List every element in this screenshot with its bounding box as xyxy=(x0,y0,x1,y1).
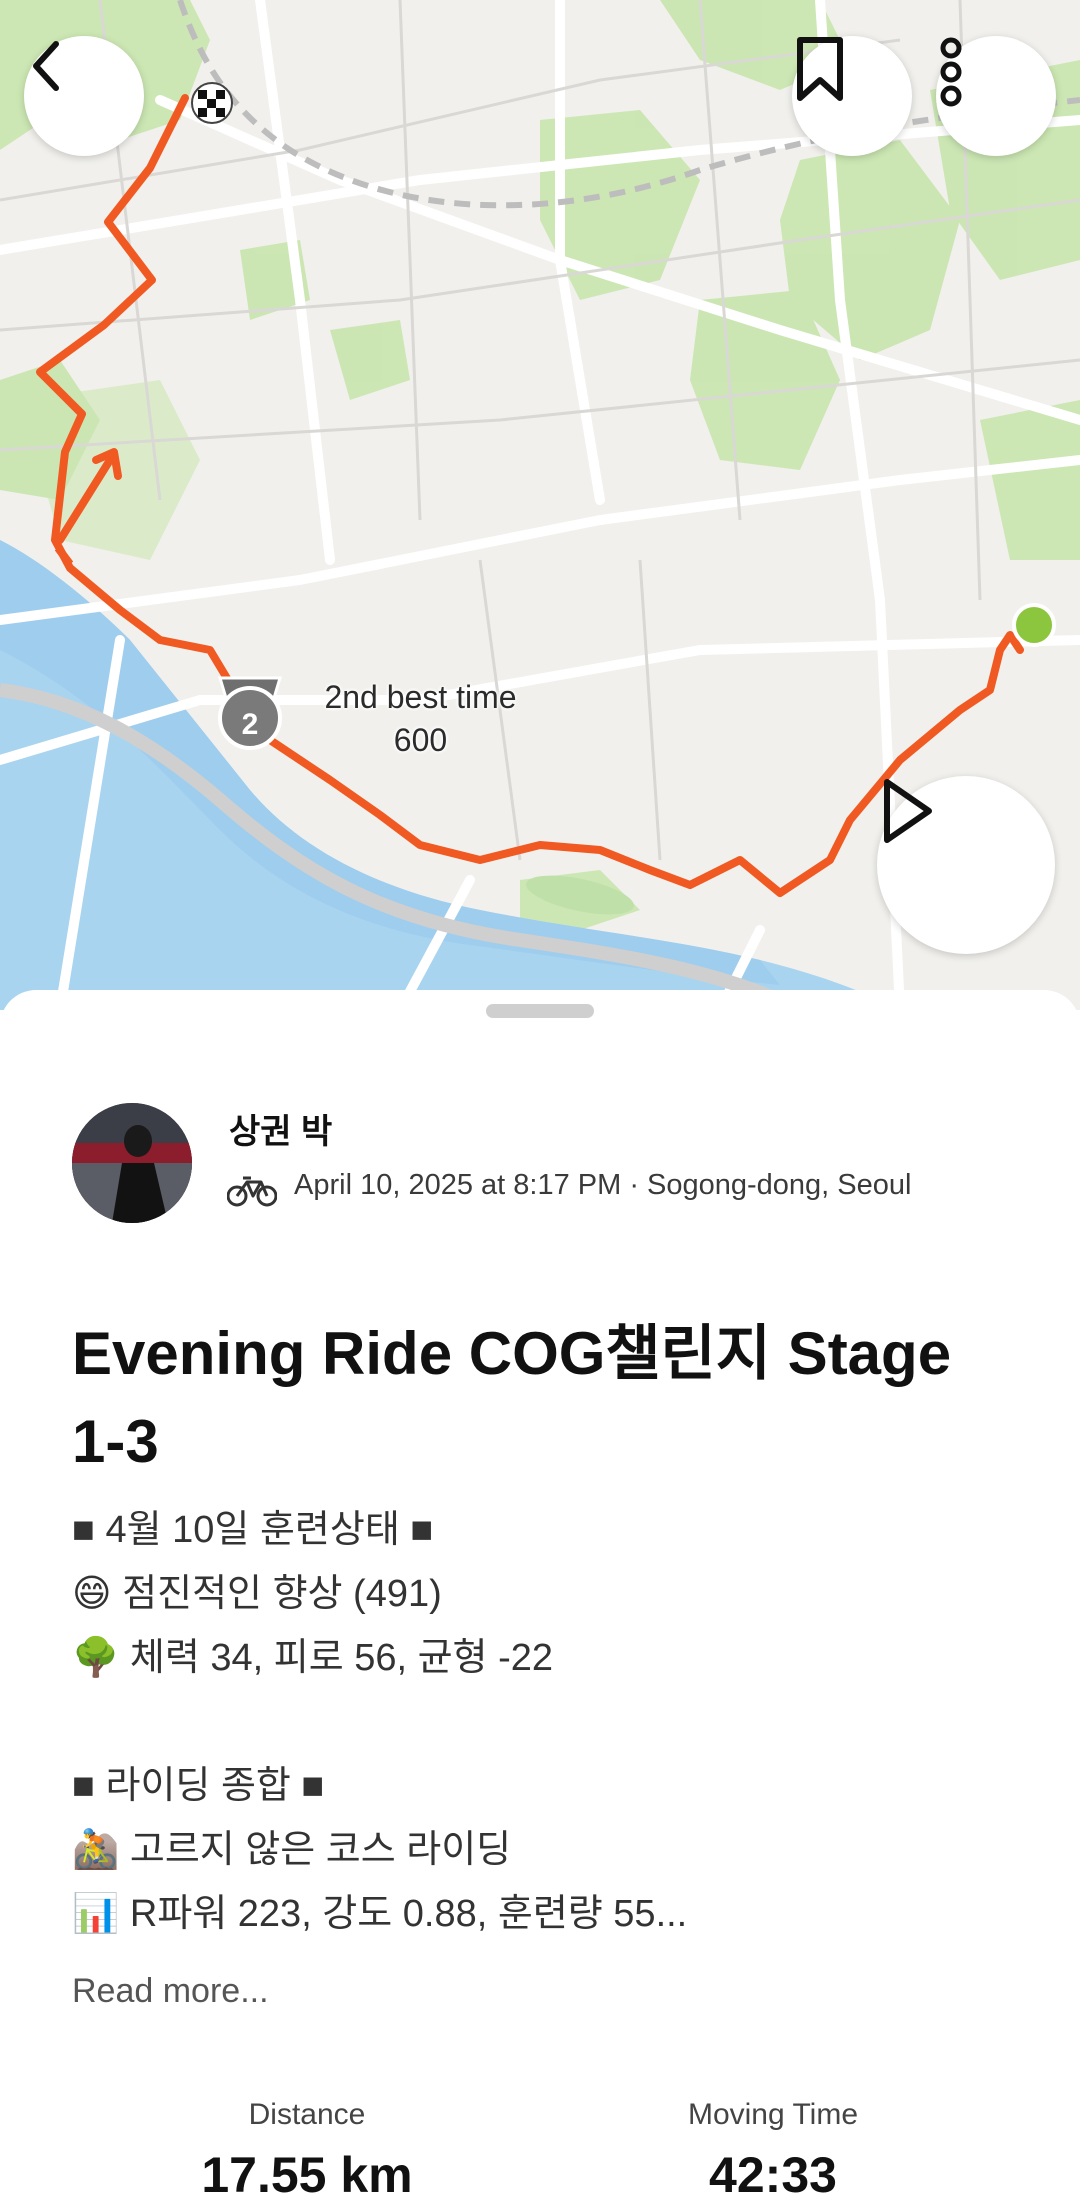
stat-distance: Distance 17.55 km xyxy=(127,2098,487,2204)
segment-badge-label: 2nd best time xyxy=(324,679,517,715)
read-more-link[interactable]: Read more... xyxy=(72,1972,269,2011)
description-line: ■ 라이딩 종합 ■ xyxy=(72,1765,325,1807)
description-line xyxy=(72,1690,1032,1754)
avatar[interactable] xyxy=(72,1103,192,1223)
back-icon xyxy=(33,41,59,91)
stat-moving-time: Moving Time 42:33 xyxy=(593,2098,953,2204)
athlete-name[interactable]: 상권 박 xyxy=(229,1104,332,1153)
segment-badge-value: 600 xyxy=(393,722,448,758)
more-vertical-icon xyxy=(940,37,962,107)
start-marker xyxy=(1012,603,1056,647)
description-line: 😄 점진적인 향상 (491) xyxy=(72,1573,442,1615)
activity-title: Evening Ride COG챌린지 Stage 1-3 xyxy=(72,1320,952,1475)
play-flyover-button[interactable] xyxy=(877,776,1055,954)
description-line: 🚵 고르지 않은 코스 라이딩 xyxy=(72,1829,512,1871)
back-button[interactable] xyxy=(24,36,144,156)
finish-flag-icon xyxy=(191,82,233,124)
stat-value: 17.55 km xyxy=(201,2147,413,2203)
activity-date-location: April 10, 2025 at 8:17 PM · Sogong-dong,… xyxy=(294,1169,912,1201)
stat-label: Moving Time xyxy=(687,2098,859,2131)
description-line: ■ 4월 10일 훈련상태 ■ xyxy=(72,1509,434,1551)
bookmark-button[interactable] xyxy=(792,36,912,156)
bookmark-icon xyxy=(797,37,843,101)
segment-badge[interactable]: 2nd best time 600 xyxy=(308,676,533,762)
description-line: 🌳 체력 34, 피로 56, 균형 -22 xyxy=(72,1637,553,1679)
play-icon xyxy=(884,779,932,843)
sheet-drag-handle[interactable] xyxy=(486,1004,594,1018)
activity-description: ■ 4월 10일 훈련상태 ■ 😄 점진적인 향상 (491) 🌳 체력 34,… xyxy=(72,1498,1032,1946)
description-line: 📊 R파워 223, 강도 0.88, 훈련량 55... xyxy=(72,1893,688,1935)
activity-sheet: 상권 박 April 10, 2025 at 8:17 PM · Sogong-… xyxy=(0,990,1080,2207)
stat-value: 42:33 xyxy=(709,2147,837,2203)
more-options-button[interactable] xyxy=(936,36,1056,156)
route-map[interactable]: 2nd best time 600 2 xyxy=(0,0,1080,1010)
medal-rank: 2 xyxy=(241,708,259,741)
stat-label: Distance xyxy=(248,2098,366,2131)
bike-icon xyxy=(227,1176,277,1207)
